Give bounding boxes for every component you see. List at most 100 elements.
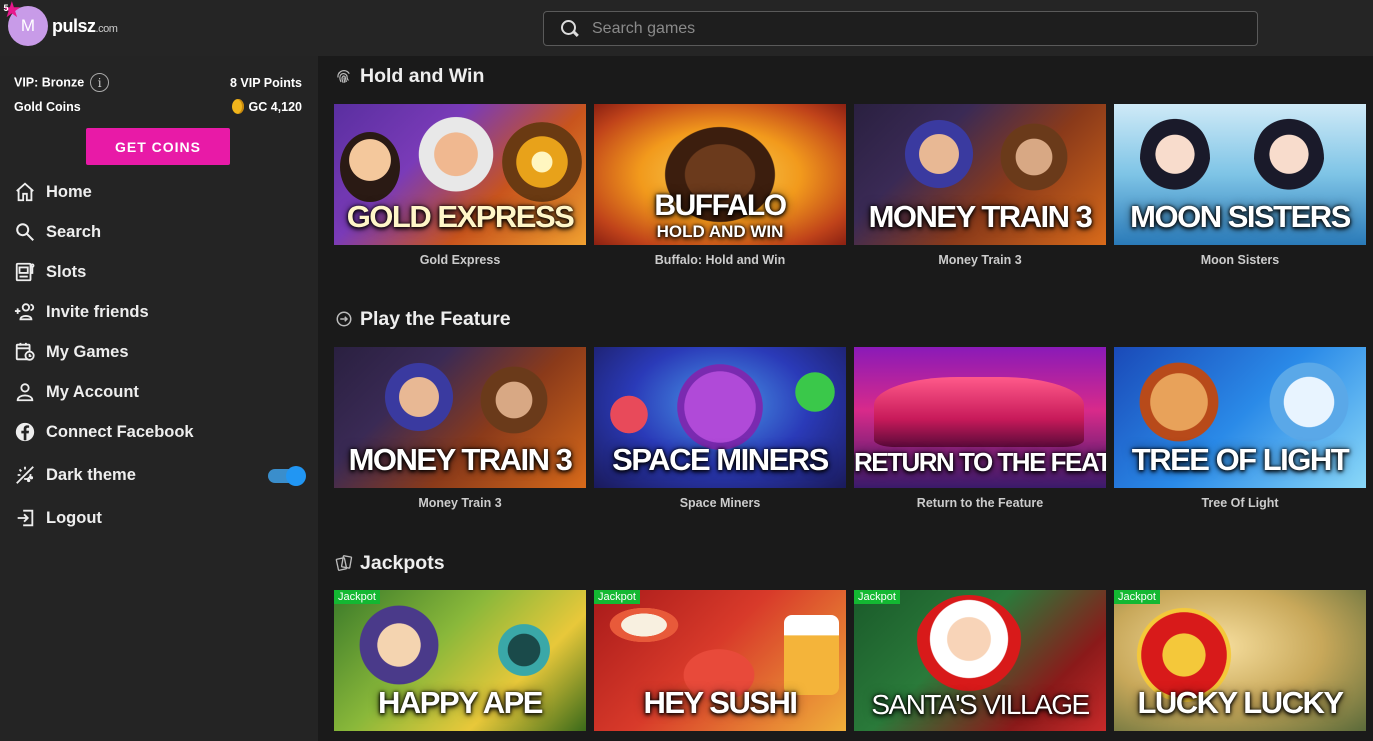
toggle-knob [286, 466, 306, 486]
game-logo: GOLD EXPRESS [346, 199, 575, 234]
game-logo: BUFFALO [654, 189, 787, 222]
section-title-hold-and-win: Hold and Win [335, 63, 484, 89]
game-name: Gold Express [419, 253, 501, 267]
sidebar-item-slots[interactable]: Slots [14, 256, 86, 288]
jackpot-badge: Jackpot [334, 590, 380, 604]
game-logo: SPACE MINERS [612, 442, 829, 477]
sidebar-item-my-account[interactable]: My Account [14, 376, 139, 408]
level-star-icon: ★ 5 [2, 0, 22, 22]
level-badge: 5 [3, 3, 9, 13]
game-card-lucky-lucky[interactable]: Jackpot LUCKY LUCKY [1114, 590, 1366, 731]
sidebar-item-home[interactable]: Home [14, 176, 92, 208]
avatar-initial: M [20, 16, 36, 35]
game-logo: TREE OF LIGHT [1131, 442, 1350, 477]
facebook-icon [14, 421, 36, 443]
game-card-happy-ape[interactable]: Jackpot HAPPY APE [334, 590, 586, 731]
avatar[interactable]: M ★ 5 [2, 0, 48, 46]
slot-machine-icon [14, 261, 36, 283]
game-name: Moon Sisters [1200, 253, 1280, 267]
sidebar-item-logout[interactable]: Logout [14, 502, 102, 534]
game-thumbnail[interactable]: TREE OF LIGHT [1114, 347, 1366, 488]
calendar-clock-icon [14, 341, 36, 363]
game-logo: RETURN TO THE FEATURE [854, 447, 1106, 477]
game-name: Money Train 3 [418, 496, 502, 510]
gold-coins-label: Gold Coins [14, 99, 81, 114]
sidebar-item-label: Home [46, 182, 92, 201]
game-thumbnail[interactable]: Jackpot SANTA'S VILLAGE [854, 590, 1106, 731]
main-content: Hold and Win GOLD EXPRESS Gold Express B… [318, 56, 1373, 741]
top-bar: M ★ 5 pulsz.com [0, 0, 1373, 56]
game-name: Tree Of Light [1201, 496, 1279, 510]
game-thumbnail[interactable]: RETURN TO THE FEATURE [854, 347, 1106, 488]
game-card-money-train-3[interactable]: MONEY TRAIN 3 Money Train 3 [334, 347, 586, 510]
game-logo: HEY SUSHI [643, 685, 798, 720]
section-title-play-the-feature: Play the Feature [335, 306, 511, 332]
fingerprint-icon [335, 67, 353, 85]
game-name: Money Train 3 [938, 253, 1022, 267]
cards-icon [335, 554, 353, 572]
search-input[interactable] [592, 19, 1192, 38]
game-thumbnail[interactable]: GOLD EXPRESS [334, 104, 586, 245]
game-thumbnail[interactable]: MONEY TRAIN 3 [854, 104, 1106, 245]
game-card-hey-sushi[interactable]: Jackpot HEY SUSHI [594, 590, 846, 731]
game-name: Return to the Feature [916, 496, 1044, 510]
game-card-santas-village[interactable]: Jackpot SANTA'S VILLAGE [854, 590, 1106, 731]
search-icon [560, 19, 580, 39]
game-card-gold-express[interactable]: GOLD EXPRESS Gold Express [334, 104, 586, 267]
jackpot-badge: Jackpot [1114, 590, 1160, 604]
sidebar-item-label: Logout [46, 508, 102, 527]
sidebar: VIP: Bronze i 8 VIP Points Gold Coins GC … [0, 56, 318, 741]
game-card-return-to-the-feature[interactable]: RETURN TO THE FEATURE Return to the Feat… [854, 347, 1106, 510]
game-thumbnail[interactable]: BUFFALO HOLD AND WIN [594, 104, 846, 245]
gold-coins-row: Gold Coins GC 4,120 [14, 99, 302, 114]
person-icon [14, 381, 36, 403]
dark-theme-toggle[interactable] [268, 466, 306, 486]
game-logo: MOON SISTERS [1130, 199, 1351, 234]
game-name: Space Miners [679, 496, 761, 510]
home-icon [14, 181, 36, 203]
sidebar-item-search[interactable]: Search [14, 216, 101, 248]
sidebar-item-invite-friends[interactable]: Invite friends [14, 296, 149, 328]
game-card-tree-of-light[interactable]: TREE OF LIGHT Tree Of Light [1114, 347, 1366, 510]
info-icon[interactable]: i [90, 73, 110, 92]
game-logo: MONEY TRAIN 3 [868, 199, 1093, 234]
game-thumbnail[interactable]: Jackpot HAPPY APE [334, 590, 586, 731]
game-thumbnail[interactable]: MONEY TRAIN 3 [334, 347, 586, 488]
game-thumbnail[interactable]: SPACE MINERS [594, 347, 846, 488]
get-coins-button[interactable]: GET COINS [86, 128, 230, 165]
sidebar-item-my-games[interactable]: My Games [14, 336, 129, 368]
site-logo[interactable]: M ★ 5 pulsz.com [2, 0, 118, 46]
game-logo: MONEY TRAIN 3 [348, 442, 573, 477]
game-card-money-train-3[interactable]: MONEY TRAIN 3 Money Train 3 [854, 104, 1106, 267]
logout-icon [14, 507, 36, 529]
game-logo: HAPPY APE [378, 685, 543, 720]
game-card-buffalo[interactable]: BUFFALO HOLD AND WIN Buffalo: Hold and W… [594, 104, 846, 267]
game-thumbnail[interactable]: Jackpot LUCKY LUCKY [1114, 590, 1366, 731]
game-logo-subtitle: HOLD AND WIN [656, 222, 784, 241]
sidebar-item-label: Slots [46, 262, 87, 281]
game-logo: LUCKY LUCKY [1137, 685, 1344, 720]
search-bar[interactable] [543, 11, 1258, 46]
game-name: Buffalo: Hold and Win [654, 253, 786, 267]
vip-row: VIP: Bronze i 8 VIP Points [14, 73, 302, 92]
game-thumbnail[interactable]: MOON SISTERS [1114, 104, 1366, 245]
vip-status: VIP: Bronze i [14, 73, 110, 92]
gold-coins-balance: GC 4,120 [232, 99, 302, 114]
sidebar-item-dark-theme[interactable]: Dark theme [14, 459, 136, 491]
sidebar-item-label: Search [46, 222, 102, 241]
brand-name: pulsz.com [52, 15, 118, 36]
sidebar-item-connect-facebook[interactable]: Connect Facebook [14, 416, 194, 448]
game-card-moon-sisters[interactable]: MOON SISTERS Moon Sisters [1114, 104, 1366, 267]
arrow-circle-icon [335, 310, 353, 328]
sidebar-item-label: My Account [46, 382, 139, 401]
jackpot-badge: Jackpot [594, 590, 640, 604]
game-card-space-miners[interactable]: SPACE MINERS Space Miners [594, 347, 846, 510]
coin-icon [232, 99, 245, 114]
jackpot-badge: Jackpot [854, 590, 900, 604]
vip-points: 8 VIP Points [229, 75, 302, 90]
game-thumbnail[interactable]: Jackpot HEY SUSHI [594, 590, 846, 731]
sidebar-item-label: Dark theme [46, 465, 136, 484]
sidebar-item-label: Invite friends [46, 302, 149, 321]
section-title-jackpots: Jackpots [335, 550, 445, 576]
game-logo: SANTA'S VILLAGE [871, 689, 1090, 720]
